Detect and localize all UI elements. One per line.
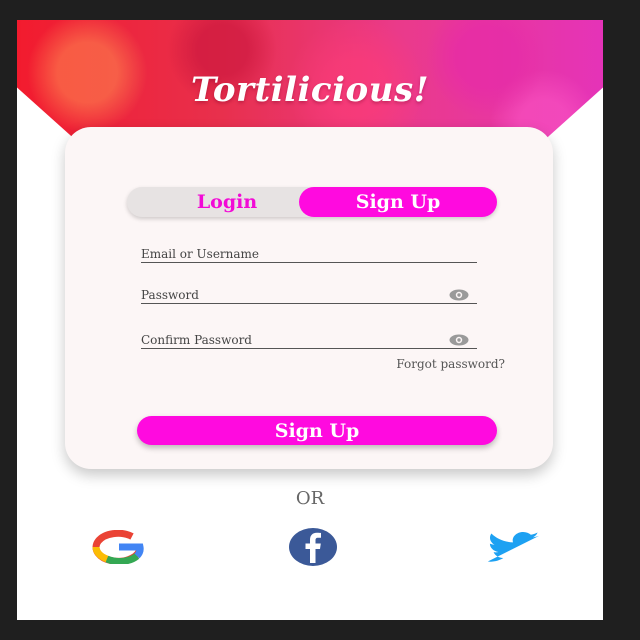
forgot-password-link[interactable]: Forgot password? [396,357,505,371]
app-title: Tortilicious! [190,70,430,110]
email-input[interactable] [141,247,441,261]
google-login-button[interactable] [84,524,152,570]
confirm-password-field-container [141,326,477,349]
or-divider: OR [295,488,325,509]
facebook-login-button[interactable] [279,524,347,570]
tab-login[interactable]: Login [127,187,327,217]
confirm-password-input[interactable] [141,333,441,347]
password-input[interactable] [141,288,441,302]
eye-icon[interactable] [449,289,469,301]
eye-icon[interactable] [449,334,469,346]
auth-toggle: Login Sign Up [127,187,497,217]
google-icon [92,530,144,564]
sign-up-button[interactable]: Sign Up [137,416,497,445]
password-field-container [141,281,477,304]
email-field-container [141,240,477,263]
twitter-login-button[interactable] [477,524,545,570]
auth-card: Login Sign Up Forgot password? Sign Up [65,127,553,469]
phone-screen: Tortilicious! Login Sign Up Forgo [17,20,603,620]
facebook-icon [289,528,337,566]
tab-signup[interactable]: Sign Up [299,187,497,217]
twitter-icon [487,532,539,562]
